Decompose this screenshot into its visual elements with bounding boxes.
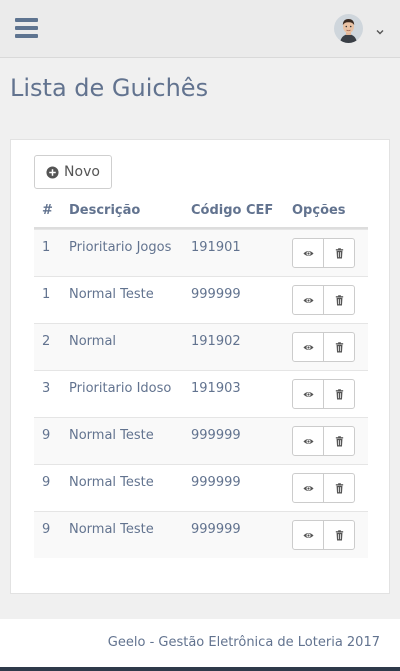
table-row: 2 Normal 191902 [34, 323, 368, 370]
user-avatar[interactable] [334, 14, 363, 43]
top-navbar [0, 0, 400, 58]
content-panel: Novo # Descrição Código CEF Opções 1 Prio… [10, 139, 390, 594]
trash-icon [334, 388, 345, 400]
chevron-down-icon[interactable] [375, 22, 385, 35]
cell-descricao: Normal Teste [69, 522, 154, 537]
cell-codigo-cef: 191902 [191, 334, 241, 349]
view-button[interactable] [292, 473, 324, 503]
trash-icon [334, 529, 345, 541]
view-button[interactable] [292, 426, 324, 456]
cell-num: 3 [42, 381, 51, 396]
cell-descricao: Normal Teste [69, 287, 154, 302]
table-row: 1 Prioritario Jogos 191901 [34, 229, 368, 276]
cell-num: 1 [42, 240, 51, 255]
table-row: 9 Normal Teste 999999 [34, 511, 368, 558]
novo-button-label: Novo [64, 164, 100, 180]
hamburger-icon[interactable] [15, 18, 38, 39]
table-row: 3 Prioritario Idoso 191903 [34, 370, 368, 417]
column-header-codigo-cef: Código CEF [191, 203, 274, 218]
view-button[interactable] [292, 379, 324, 409]
delete-button[interactable] [323, 473, 355, 503]
trash-icon [334, 294, 345, 306]
row-actions [292, 332, 355, 362]
delete-button[interactable] [323, 520, 355, 550]
table-header: # Descrição Código CEF Opções [34, 197, 368, 229]
novo-button[interactable]: Novo [34, 155, 112, 189]
table-row: 1 Normal Teste 999999 [34, 276, 368, 323]
cell-num: 9 [42, 428, 51, 443]
cell-codigo-cef: 999999 [191, 522, 241, 537]
table-row: 9 Normal Teste 999999 [34, 464, 368, 511]
page-title: Lista de Guichês [10, 74, 209, 102]
cell-num: 1 [42, 287, 51, 302]
delete-button[interactable] [323, 426, 355, 456]
cell-descricao: Normal [69, 334, 117, 349]
row-actions [292, 520, 355, 550]
bottom-bar [0, 667, 400, 671]
trash-icon [334, 435, 345, 447]
cell-codigo-cef: 191903 [191, 381, 241, 396]
eye-icon [302, 436, 314, 447]
eye-icon [302, 248, 314, 259]
row-actions [292, 473, 355, 503]
eye-icon [302, 389, 314, 400]
guiches-table: # Descrição Código CEF Opções 1 Prioritar… [34, 197, 368, 558]
cell-descricao: Prioritario Jogos [69, 240, 172, 255]
cell-num: 2 [42, 334, 51, 349]
cell-descricao: Normal Teste [69, 475, 154, 490]
table-row: 9 Normal Teste 999999 [34, 417, 368, 464]
trash-icon [334, 341, 345, 353]
delete-button[interactable] [323, 379, 355, 409]
trash-icon [334, 482, 345, 494]
row-actions [292, 379, 355, 409]
cell-num: 9 [42, 475, 51, 490]
column-header-descricao: Descrição [69, 203, 141, 218]
cell-num: 9 [42, 522, 51, 537]
view-button[interactable] [292, 332, 324, 362]
column-header-opcoes: Opções [292, 203, 346, 218]
cell-descricao: Prioritario Idoso [69, 381, 172, 396]
row-actions [292, 238, 355, 268]
eye-icon [302, 295, 314, 306]
delete-button[interactable] [323, 238, 355, 268]
row-actions [292, 285, 355, 315]
footer: Geelo - Gestão Eletrônica de Loteria 201… [0, 619, 400, 667]
plus-circle-icon [46, 165, 59, 179]
cell-descricao: Normal Teste [69, 428, 154, 443]
trash-icon [334, 247, 345, 259]
view-button[interactable] [292, 520, 324, 550]
cell-codigo-cef: 999999 [191, 287, 241, 302]
cell-codigo-cef: 999999 [191, 428, 241, 443]
view-button[interactable] [292, 285, 324, 315]
cell-codigo-cef: 191901 [191, 240, 241, 255]
table-body: 1 Prioritario Jogos 191901 1 Normal Teste 999… [34, 229, 368, 558]
view-button[interactable] [292, 238, 324, 268]
delete-button[interactable] [323, 332, 355, 362]
delete-button[interactable] [323, 285, 355, 315]
row-actions [292, 426, 355, 456]
column-header-num: # [42, 203, 53, 218]
footer-text: Geelo - Gestão Eletrônica de Loteria 201… [107, 635, 380, 650]
eye-icon [302, 530, 314, 541]
cell-codigo-cef: 999999 [191, 475, 241, 490]
eye-icon [302, 342, 314, 353]
eye-icon [302, 483, 314, 494]
